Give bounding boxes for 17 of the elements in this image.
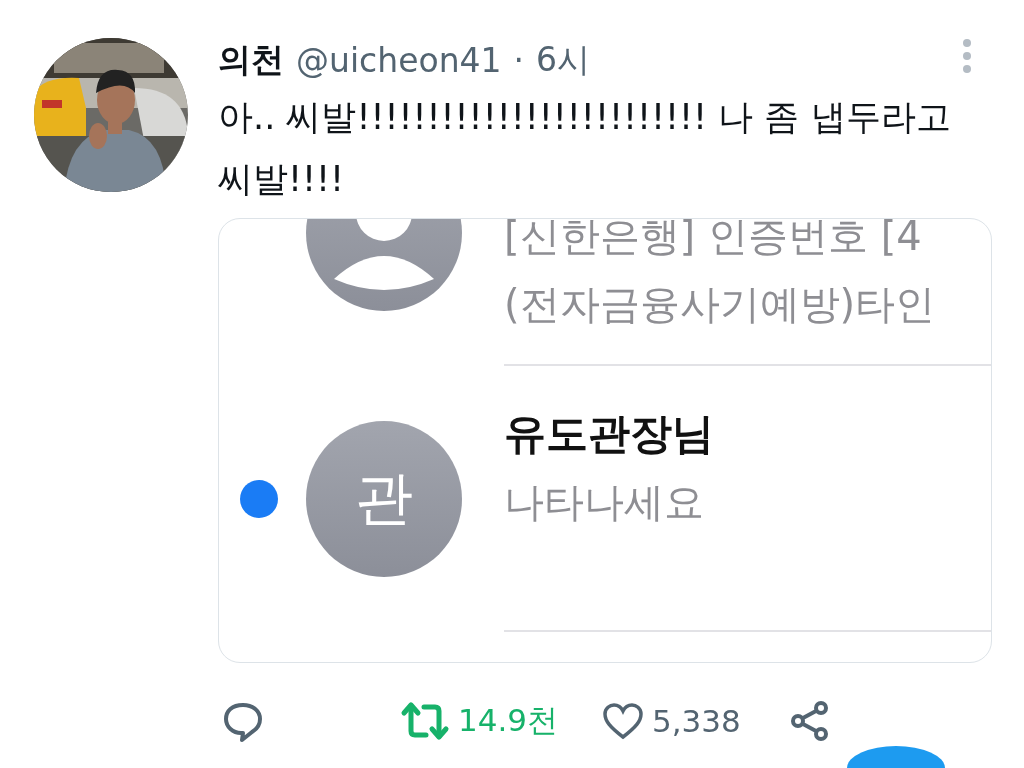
reply-icon[interactable] [222, 700, 264, 742]
contact-name: 유도관장님 [504, 408, 715, 460]
retweet-icon[interactable] [400, 701, 450, 741]
like-icon[interactable] [602, 702, 645, 740]
tweet-text: 아.. 씨발!!!!!!!!!!!!!!!!!!!!!!!!! 나 좀 냅두라고 씨발!!!! [218, 96, 952, 201]
author-name[interactable]: 의천 [218, 37, 284, 83]
share-icon[interactable] [788, 700, 831, 742]
message-preview: 나타나세요 [504, 478, 705, 527]
post-time[interactable]: 6시 [536, 37, 591, 83]
attached-screenshot[interactable]: [신한은행] 인증번호 [4 (전자금융사기예방)타인 관 유도관장님 나타나세요 [218, 218, 992, 663]
retweet-count: 14.9천 [458, 701, 559, 740]
like-count: 5,338 [652, 703, 741, 739]
message-preview: (전자금융사기예방)타인 [504, 280, 937, 329]
separator-dot: · [513, 40, 525, 80]
author-handle[interactable]: @uicheon41 [296, 40, 502, 80]
contact-avatar: 관 [306, 421, 462, 577]
message-preview: [신한은행] 인증번호 [4 [504, 219, 923, 261]
